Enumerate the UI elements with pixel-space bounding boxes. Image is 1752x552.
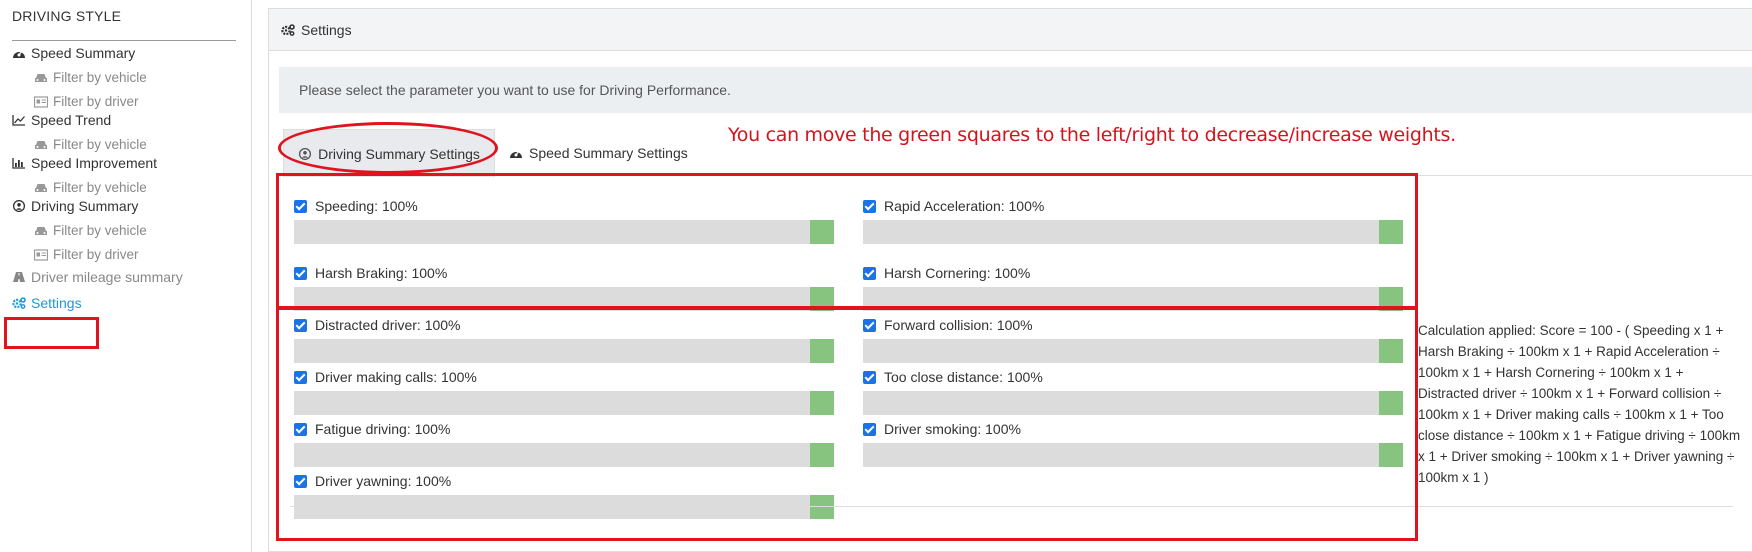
sidebar-item-driver-mileage-summary[interactable]: Driver mileage summary	[12, 269, 183, 285]
speedometer-icon	[13, 50, 25, 58]
id-card-icon	[34, 248, 48, 261]
sidebar-item-filter-by-vehicle[interactable]: Filter by vehicle	[34, 70, 147, 85]
sidebar-item-label: Speed Summary	[31, 45, 136, 61]
car-icon	[35, 183, 47, 192]
sidebar-item-speed-trend[interactable]: Speed Trend	[12, 112, 111, 128]
sidebar-heading: DRIVING STYLE	[12, 8, 236, 41]
sidebar-item-label: Driver mileage summary	[31, 269, 183, 285]
tab-label: Speed Summary Settings	[529, 145, 688, 161]
sidebar-item-filter-by-vehicle[interactable]: Filter by vehicle	[34, 223, 147, 238]
car-icon	[35, 73, 47, 82]
id-card-icon	[34, 95, 48, 108]
user-circle-icon	[12, 200, 26, 212]
sidebar-item-label: Settings	[31, 295, 82, 311]
sidebar-item-speed-improvement[interactable]: Speed Improvement	[12, 155, 157, 171]
car-icon	[35, 140, 47, 149]
sidebar-item-speed-summary[interactable]: Speed Summary	[12, 45, 135, 61]
tab-speed-summary-settings[interactable]: Speed Summary Settings	[509, 129, 688, 177]
highlight-box-core-params	[276, 173, 1418, 309]
highlight-box-extra-params	[276, 307, 1418, 541]
tab-highlight-ellipse	[278, 122, 498, 174]
cogs-icon	[281, 23, 295, 36]
sidebar-item-label: Filter by driver	[53, 94, 139, 109]
sidebar-item-filter-by-vehicle[interactable]: Filter by vehicle	[34, 137, 147, 152]
sidebar-item-label: Driving Summary	[31, 198, 139, 214]
panel-title: Settings	[301, 21, 352, 38]
road-icon	[13, 272, 25, 282]
sidebar-item-label: Filter by driver	[53, 247, 139, 262]
instruction-annotation: You can move the green squares to the le…	[728, 124, 1456, 146]
sidebar-item-label: Filter by vehicle	[53, 180, 147, 195]
line-chart-icon	[12, 115, 25, 126]
car-icon	[35, 226, 47, 235]
sidebar-item-filter-by-vehicle[interactable]: Filter by vehicle	[34, 180, 147, 195]
sidebar-item-label: Filter by vehicle	[53, 223, 147, 238]
cogs-icon	[12, 297, 26, 309]
sidebar-item-label: Filter by vehicle	[53, 70, 147, 85]
speedometer-icon	[510, 150, 522, 158]
sidebar-item-settings[interactable]: Settings	[12, 295, 82, 311]
sidebar-item-label: Speed Trend	[31, 112, 112, 128]
sidebar-item-filter-by-driver[interactable]: Filter by driver	[34, 94, 139, 109]
sidebar-item-driving-summary[interactable]: Driving Summary	[12, 198, 138, 214]
sidebar-item-label: Filter by vehicle	[53, 137, 147, 152]
sidebar-item-label: Speed Improvement	[31, 155, 158, 171]
info-message: Please select the parameter you want to …	[279, 67, 1752, 113]
bar-chart-icon	[12, 158, 25, 169]
settings-highlight-box	[4, 317, 99, 349]
sidebar-item-filter-by-driver[interactable]: Filter by driver	[34, 247, 139, 262]
calculation-text: Calculation applied: Score = 100 - ( Spe…	[1418, 323, 1741, 485]
sidebar: DRIVING STYLE Speed Summary Filter by ve…	[0, 0, 252, 552]
panel-header: Settings	[269, 9, 1752, 51]
